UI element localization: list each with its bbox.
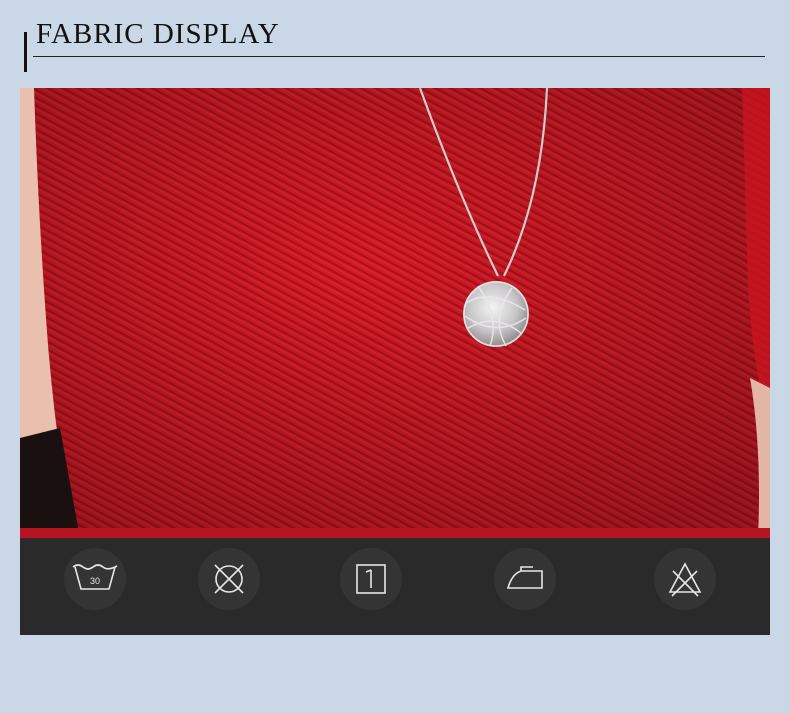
wash-30-icon: 30	[64, 548, 126, 610]
care-instructions-bar: 30	[20, 538, 770, 635]
page-header: FABRIC DISPLAY	[0, 0, 790, 80]
fabric-photo	[20, 88, 770, 538]
do-not-tumble-dry-icon	[198, 548, 260, 610]
header-accent-bar	[24, 32, 27, 72]
iron-icon	[494, 548, 556, 610]
header-divider	[33, 56, 765, 57]
drip-dry-icon	[340, 548, 402, 610]
wash-temperature-label: 30	[90, 576, 100, 586]
page-title: FABRIC DISPLAY	[36, 18, 280, 50]
do-not-bleach-icon	[654, 548, 716, 610]
